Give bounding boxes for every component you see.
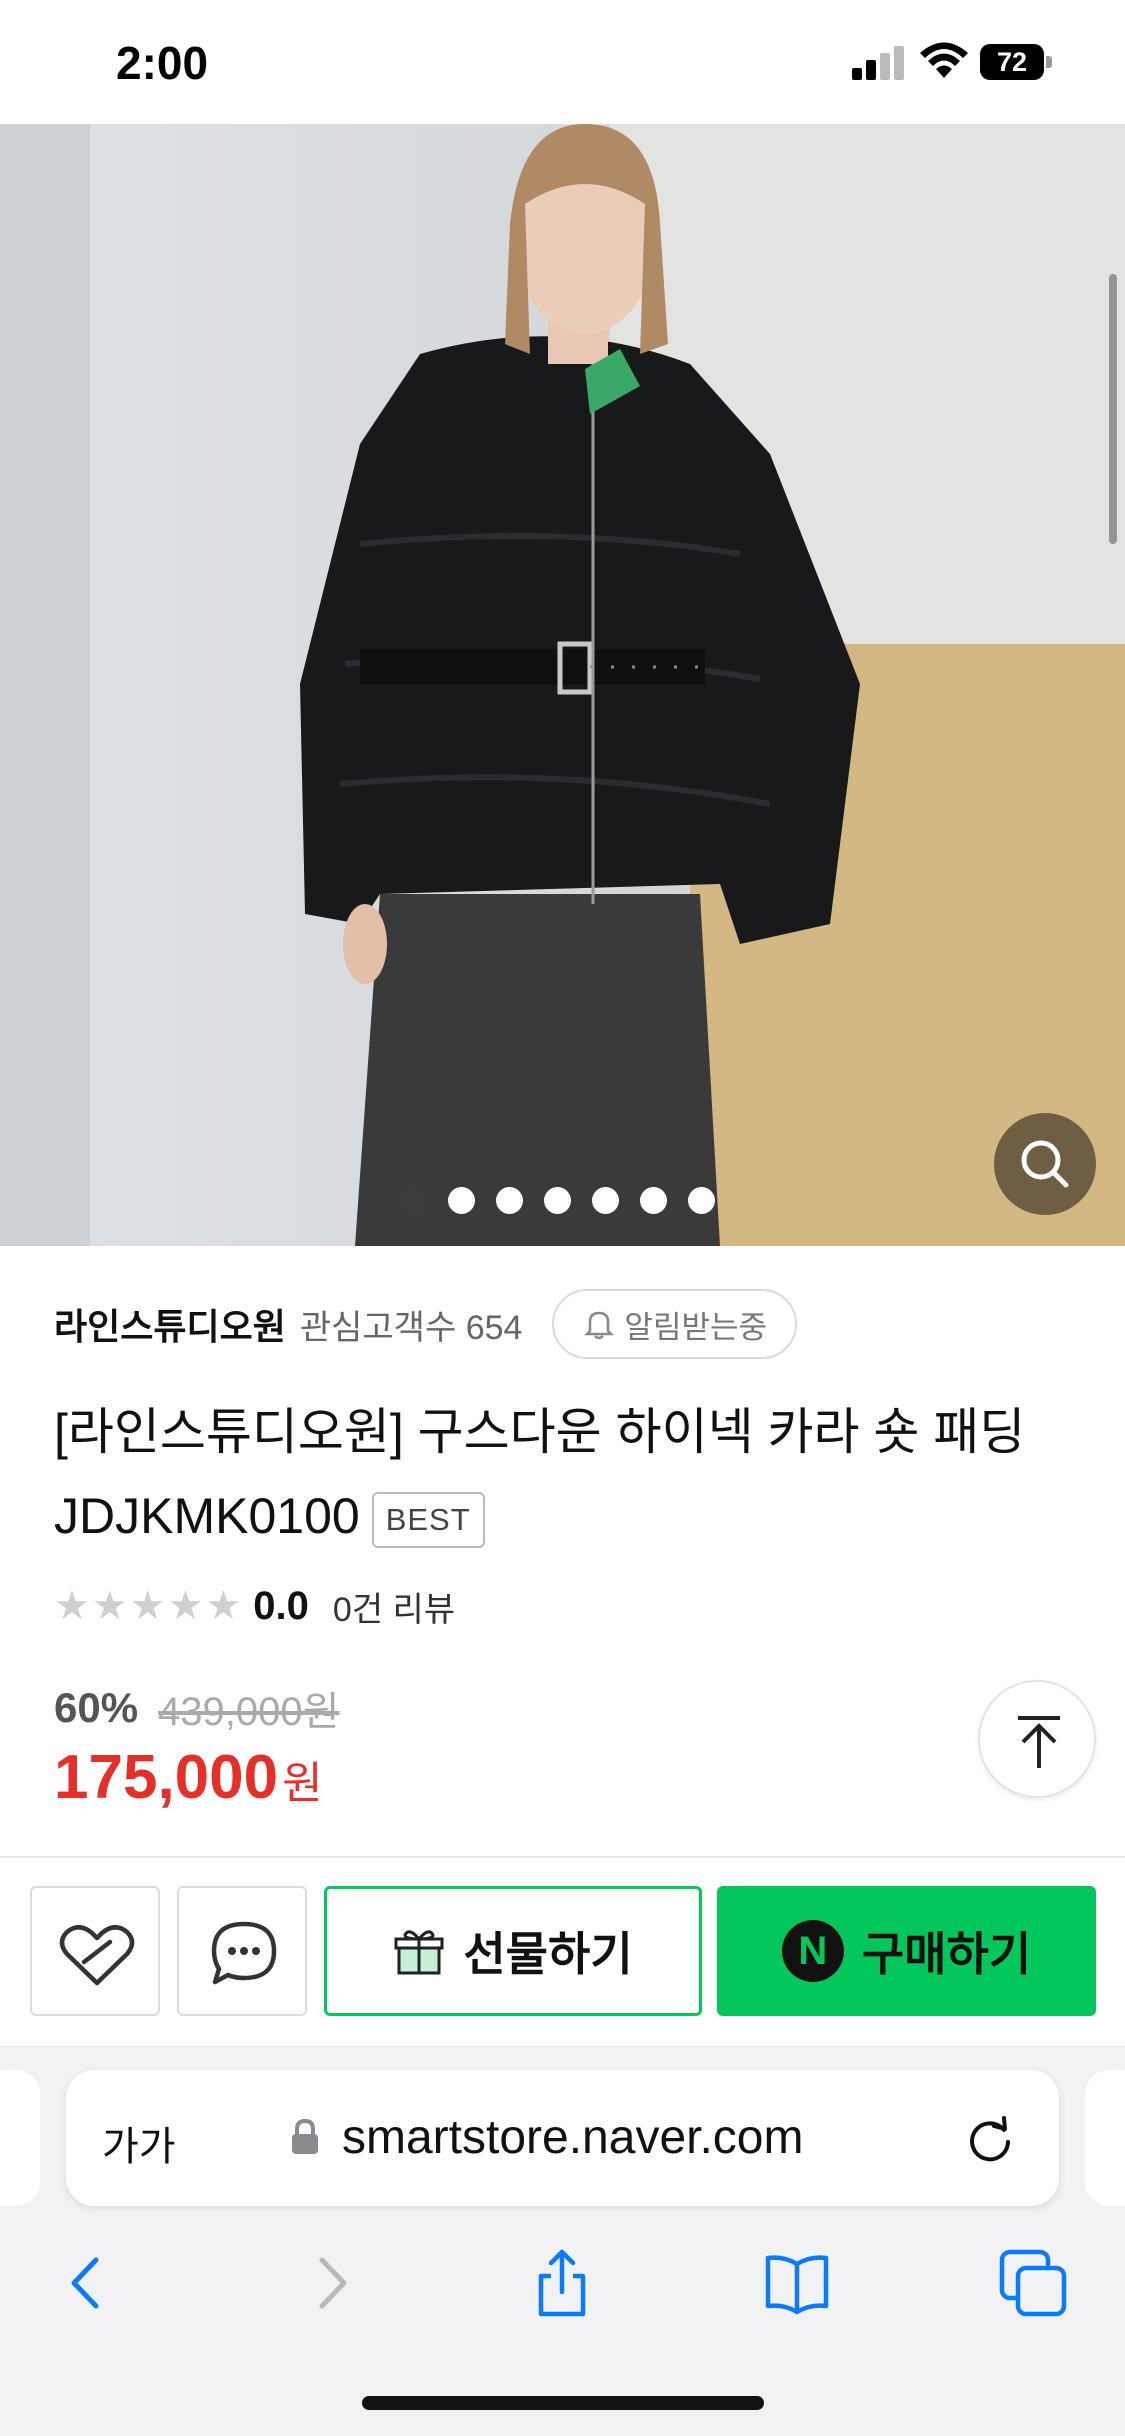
carousel-dot[interactable]: [544, 1187, 571, 1214]
notify-button[interactable]: 알림받는중: [552, 1289, 798, 1359]
zoom-button[interactable]: [994, 1113, 1096, 1215]
currency-unit: 원: [282, 1759, 323, 1808]
page-format-button[interactable]: 가가: [102, 2114, 176, 2172]
store-name[interactable]: 라인스튜디오원: [54, 1298, 286, 1350]
gift-label: 선물하기: [463, 1928, 633, 1980]
star-icon: ★: [167, 1584, 204, 1628]
forward-icon[interactable]: [296, 2248, 366, 2318]
carousel-dot[interactable]: [592, 1187, 619, 1214]
signal-icon: [852, 46, 904, 80]
review-count[interactable]: 0건 리뷰: [333, 1582, 455, 1631]
rating-row: ★ ★ ★ ★ ★ 0.0 0건 리뷰: [54, 1580, 455, 1632]
gift-icon: [394, 1930, 444, 1975]
rating-stars: ★ ★ ★ ★ ★: [54, 1586, 241, 1626]
reload-icon[interactable]: [964, 2112, 1016, 2164]
battery-indicator: 72: [980, 44, 1052, 80]
wishlist-button[interactable]: [30, 1886, 160, 2016]
notify-label: 알림받는중: [624, 1309, 768, 1345]
next-tab-preview[interactable]: [1085, 2070, 1125, 2206]
star-icon: ★: [91, 1584, 128, 1628]
rating-score: 0.0: [253, 1583, 309, 1628]
status-bar: 2:00 72: [0, 0, 1125, 124]
address-bar[interactable]: 가가 smartstore.naver.com: [66, 2070, 1059, 2206]
naver-pay-logo: N: [781, 1920, 844, 1982]
carousel-dots: [400, 1187, 715, 1217]
wishlist-heart-icon: [59, 1925, 135, 1986]
product-title-block: [라인스튜디오원] 구스다운 하이넥 카라 숏 패딩 JDJKMK0100 BES…: [54, 1390, 1084, 1558]
wifi-icon: [920, 42, 968, 78]
original-price: 439,000원: [158, 1690, 340, 1734]
bookmarks-icon[interactable]: [762, 2248, 832, 2318]
discount-rate: 60%: [54, 1684, 139, 1731]
home-indicator[interactable]: [362, 2396, 764, 2410]
chat-button[interactable]: [177, 1886, 307, 2016]
url-text[interactable]: smartstore.naver.com: [342, 2110, 803, 2165]
scroll-top-button[interactable]: [978, 1680, 1096, 1798]
chat-icon: [211, 1921, 277, 1985]
product-image-carousel[interactable]: [0, 124, 1125, 1246]
back-icon[interactable]: [52, 2248, 122, 2318]
gift-button[interactable]: 선물하기: [324, 1886, 702, 2016]
sale-price: 175,000: [54, 1743, 279, 1812]
zoom-icon: [1021, 1140, 1069, 1188]
carousel-dot[interactable]: [688, 1187, 715, 1214]
buy-label: 구매하기: [861, 1928, 1032, 1980]
star-icon: ★: [129, 1584, 166, 1628]
previous-tab-preview[interactable]: [0, 2070, 40, 2206]
product-title: [라인스튜디오원] 구스다운 하이넥 카라 숏 패딩 JDJKMK0100: [54, 1404, 1026, 1544]
star-icon: ★: [205, 1584, 242, 1628]
carousel-dot[interactable]: [640, 1187, 667, 1214]
status-time: 2:00: [116, 37, 209, 89]
tabs-icon[interactable]: [998, 2248, 1068, 2318]
product-photo: [0, 124, 1125, 1246]
carousel-dot[interactable]: [496, 1187, 523, 1214]
image-scroll-indicator: [1109, 274, 1117, 544]
best-badge: BEST: [371, 1491, 485, 1548]
action-divider: [0, 1856, 1125, 1858]
battery-level: 72: [996, 47, 1028, 77]
star-icon: ★: [54, 1584, 90, 1628]
lock-icon: [292, 2118, 318, 2154]
discount-row: 60% 439,000원: [54, 1680, 339, 1736]
carousel-dot[interactable]: [400, 1187, 427, 1214]
buy-button[interactable]: N 구매하기: [717, 1886, 1096, 2016]
store-row: 라인스튜디오원 관심고객수 654 알림받는중: [54, 1284, 798, 1364]
store-followers: 관심고객수 654: [299, 1308, 523, 1347]
share-icon[interactable]: [527, 2248, 597, 2318]
carousel-dot[interactable]: [448, 1187, 475, 1214]
bell-icon: [584, 1311, 615, 1340]
scroll-top-icon: [1018, 1716, 1060, 1768]
price-row: 175,000 원: [54, 1742, 323, 1822]
